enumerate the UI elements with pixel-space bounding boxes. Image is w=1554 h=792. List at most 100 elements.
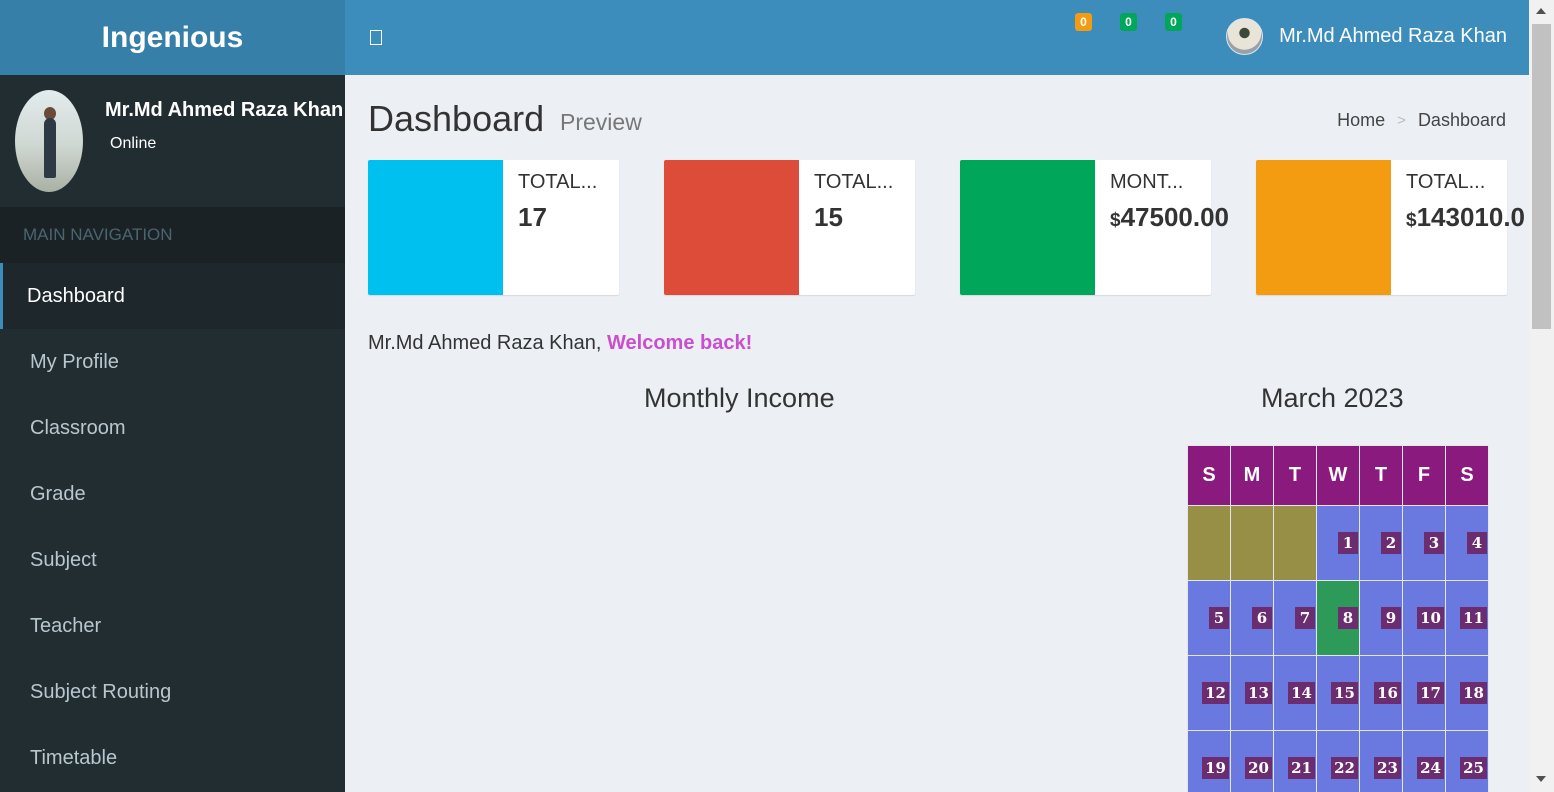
calendar-day-number: 11 [1460, 607, 1487, 629]
sidebar-user-name: Mr.Md Ahmed Raza Khan [105, 99, 344, 121]
sidebar-item-subject[interactable]: Subject [0, 527, 345, 593]
calendar-day[interactable]: 21 [1273, 730, 1317, 792]
welcome-text: Welcome back! [607, 332, 753, 354]
notification-badge-2[interactable]: 0 [1120, 13, 1137, 31]
user-menu-name: Mr.Md Ahmed Raza Khan [1279, 25, 1507, 47]
brand-logo[interactable]: Ingenious [0, 0, 345, 75]
page-scrollbar[interactable] [1529, 0, 1554, 792]
info-box-label: TOTAL... [1406, 171, 1486, 193]
calendar-day-number: 25 [1460, 757, 1487, 779]
chart-title: Monthly Income [644, 383, 835, 413]
calendar-weekday: W [1316, 445, 1360, 506]
calendar-day[interactable]: 5 [1187, 580, 1231, 656]
user-status: Online [110, 135, 157, 152]
sidebar-item-dashboard[interactable]: Dashboard [0, 263, 345, 329]
sidebar-item-subject-routing[interactable]: Subject Routing [0, 659, 345, 725]
calendar-day-number: 5 [1209, 607, 1229, 629]
scroll-thumb[interactable] [1532, 24, 1551, 329]
calendar-day-number: 12 [1202, 682, 1229, 704]
calendar-weekday: S [1445, 445, 1489, 506]
calendar-day[interactable]: 10 [1402, 580, 1446, 656]
calendar-empty-cell [1187, 505, 1231, 581]
calendar-day[interactable]: 2 [1359, 505, 1403, 581]
info-box-3[interactable]: MONT... $47500.00 [960, 160, 1229, 295]
user-panel: Mr.Md Ahmed Raza Khan Online [0, 75, 345, 207]
calendar-day[interactable]: 13 [1230, 655, 1274, 731]
info-box-icon-area [368, 160, 503, 295]
scroll-down-arrow-icon[interactable] [1536, 776, 1546, 782]
info-box-label: TOTAL... [814, 171, 894, 193]
info-box-4[interactable]: TOTAL... $143010.0 [1256, 160, 1525, 295]
calendar-day-number: 10 [1417, 607, 1444, 629]
info-box-icon-area [664, 160, 799, 295]
calendar-weekday: T [1359, 445, 1403, 506]
calendar-day[interactable]: 4 [1445, 505, 1489, 581]
calendar-day[interactable]: 22 [1316, 730, 1360, 792]
sidebar-item-teacher[interactable]: Teacher [0, 593, 345, 659]
info-box-value: $143010.0 [1406, 202, 1526, 232]
sidebar-toggle-icon[interactable] [370, 30, 382, 45]
calendar-day[interactable]: 17 [1402, 655, 1446, 731]
calendar-day[interactable]: 24 [1402, 730, 1446, 792]
calendar-day-number: 3 [1424, 532, 1444, 554]
user-menu[interactable]: Mr.Md Ahmed Raza Khan [1226, 18, 1507, 55]
sidebar-item-my-profile[interactable]: My Profile [0, 329, 345, 395]
info-box-value: $47500.00 [1110, 202, 1230, 232]
calendar-day-number: 2 [1381, 532, 1401, 554]
calendar-day-number: 23 [1374, 757, 1401, 779]
notification-badge-1[interactable]: 0 [1075, 13, 1092, 31]
calendar-day[interactable]: 11 [1445, 580, 1489, 656]
info-box-value: 17 [518, 202, 547, 232]
calendar-empty-cell [1230, 505, 1274, 581]
calendar-day-number: 6 [1252, 607, 1272, 629]
calendar-day[interactable]: 9 [1359, 580, 1403, 656]
calendar-day[interactable]: 25 [1445, 730, 1489, 792]
calendar-day-number: 1 [1338, 532, 1358, 554]
calendar-day[interactable]: 12 [1187, 655, 1231, 731]
calendar-day[interactable]: 3 [1402, 505, 1446, 581]
calendar-week: 19 20 21 22 23 24 25 [1187, 730, 1489, 792]
calendar-day-number: 15 [1331, 682, 1358, 704]
sidebar-item-grade[interactable]: Grade [0, 461, 345, 527]
info-box-1[interactable]: TOTAL... 17 [368, 160, 619, 295]
calendar-day-number: 9 [1381, 607, 1401, 629]
calendar-day[interactable]: 19 [1187, 730, 1231, 792]
calendar-day-number: 14 [1288, 682, 1315, 704]
sidebar-item-classroom[interactable]: Classroom [0, 395, 345, 461]
calendar: SMTWTFS 1 2 3 4 5 6 7 8 9 10 11 12 13 14 15 16 17 18 19 20 2… [1187, 445, 1489, 792]
calendar-empty-cell [1273, 505, 1317, 581]
calendar-week: 12 13 14 15 16 17 18 [1187, 655, 1489, 731]
calendar-day[interactable]: 6 [1230, 580, 1274, 656]
avatar [15, 90, 83, 192]
info-box-value: 15 [814, 202, 843, 232]
calendar-day-number: 19 [1202, 757, 1229, 779]
info-box-label: MONT... [1110, 171, 1184, 193]
calendar-day[interactable]: 1 [1316, 505, 1360, 581]
breadcrumb-separator: > [1397, 112, 1406, 129]
calendar-day[interactable]: 15 [1316, 655, 1360, 731]
calendar-day[interactable]: 18 [1445, 655, 1489, 731]
calendar-week: 5 6 7 8 9 10 11 [1187, 580, 1489, 656]
calendar-day-number: 22 [1331, 757, 1358, 779]
calendar-day[interactable]: 20 [1230, 730, 1274, 792]
top-navbar: 0 0 0 Mr.Md Ahmed Raza Khan [345, 0, 1529, 75]
calendar-day[interactable]: 7 [1273, 580, 1317, 656]
sidebar-item-timetable[interactable]: Timetable [0, 725, 345, 791]
calendar-day-number: 16 [1374, 682, 1401, 704]
breadcrumb-home-link[interactable]: Home [1337, 110, 1385, 131]
calendar-day-number: 18 [1460, 682, 1487, 704]
notification-badge-3[interactable]: 0 [1165, 13, 1182, 31]
calendar-day[interactable]: 14 [1273, 655, 1317, 731]
welcome-name: Mr.Md Ahmed Raza Khan, [368, 332, 602, 354]
calendar-day-number: 4 [1467, 532, 1487, 554]
calendar-day-number: 20 [1245, 757, 1272, 779]
calendar-week: 1 2 3 4 [1187, 505, 1489, 581]
calendar-day-number: 24 [1417, 757, 1444, 779]
info-box-2[interactable]: TOTAL... 15 [664, 160, 915, 295]
calendar-day[interactable]: 8 [1316, 580, 1360, 656]
calendar-day[interactable]: 16 [1359, 655, 1403, 731]
breadcrumb: Home > Dashboard [1337, 110, 1506, 131]
scroll-up-arrow-icon[interactable] [1536, 8, 1546, 14]
calendar-day[interactable]: 23 [1359, 730, 1403, 792]
info-box-icon-area [1256, 160, 1391, 295]
